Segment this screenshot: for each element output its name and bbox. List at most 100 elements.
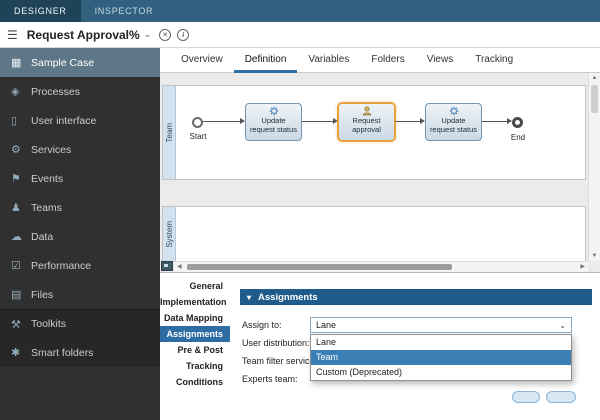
task-update-request-status-1[interactable]: Update request status xyxy=(245,103,302,141)
tab-views[interactable]: Views xyxy=(416,48,465,73)
sidebar-item-label: Toolkits xyxy=(31,318,67,330)
assign-to-label: Assign to: xyxy=(242,320,282,330)
assign-to-select[interactable]: Lane ⌄ xyxy=(310,317,572,333)
tab-designer[interactable]: DESIGNER xyxy=(0,0,81,22)
cloud-icon: ☁ xyxy=(11,231,22,243)
sidebar-item-performance[interactable]: ☑ Performance xyxy=(0,251,160,280)
tools-icon: ⚒ xyxy=(11,318,21,331)
sidebar-item-user-interface[interactable]: ▯ User interface xyxy=(0,106,160,135)
sequence-flow[interactable] xyxy=(302,121,333,122)
sidebar-item-teams[interactable]: ♟ Teams xyxy=(0,193,160,222)
assign-to-selected-value: Lane xyxy=(316,320,337,330)
end-event-node[interactable] xyxy=(512,117,523,128)
sidebar-item-label: Events xyxy=(31,172,64,185)
process-title: Request Approval% xyxy=(26,27,140,42)
scroll-right-icon[interactable]: ▶ xyxy=(580,263,585,270)
assignments-section-header[interactable]: ▾ Assignments xyxy=(240,289,592,305)
script-task-icon xyxy=(269,106,278,116)
properties-menu-implementation[interactable]: Implementation xyxy=(160,294,230,310)
user-distribution-label: User distribution: xyxy=(242,338,310,348)
properties-menu-conditions[interactable]: Conditions xyxy=(160,374,230,390)
task-label: Update request status xyxy=(249,116,298,134)
task-label: Request approval xyxy=(352,116,381,134)
start-event-node[interactable] xyxy=(192,117,203,128)
tab-tracking[interactable]: Tracking xyxy=(464,48,524,73)
process-canvas[interactable]: Team System Start Update request status xyxy=(160,73,600,272)
gear-icon: ⚙ xyxy=(11,144,21,156)
toolbar: ☰ Request Approval% ⌄ ✕ i xyxy=(0,22,600,48)
menu-icon[interactable]: ☰ xyxy=(7,28,18,42)
lane-system[interactable]: System xyxy=(162,206,586,262)
sidebar-item-toolkits[interactable]: ⚒ Toolkits xyxy=(0,309,160,338)
sidebar-item-files[interactable]: ▤ Files xyxy=(0,280,160,309)
scroll-up-icon[interactable]: ▲ xyxy=(589,75,600,81)
sidebar-item-processes[interactable]: ◈ Processes xyxy=(0,77,160,106)
horizontal-scroll-thumb[interactable] xyxy=(187,264,452,270)
sidebar-item-label: Processes xyxy=(31,85,81,98)
tab-definition[interactable]: Definition xyxy=(233,48,298,73)
scroll-down-icon[interactable]: ▼ xyxy=(589,253,600,259)
close-glyph: ✕ xyxy=(162,31,169,39)
folder-icon: ▤ xyxy=(11,289,22,301)
properties-menu: General Implementation Data Mapping Assi… xyxy=(160,278,230,390)
experts-team-button[interactable] xyxy=(546,391,576,403)
sidebar-item-label: Smart folders xyxy=(31,346,94,359)
dropdown-option-custom-deprecated[interactable]: Custom (Deprecated) xyxy=(311,365,571,380)
sequence-flow[interactable] xyxy=(203,121,240,122)
sidebar-item-smart-folders[interactable]: ✱ Smart folders xyxy=(0,338,160,367)
task-request-approval-selected[interactable]: Request approval xyxy=(338,103,395,141)
info-glyph: i xyxy=(182,30,185,39)
lane-label-team: Team xyxy=(164,122,174,143)
properties-menu-data-mapping[interactable]: Data Mapping xyxy=(160,310,230,326)
dropdown-option-team[interactable]: Team xyxy=(311,350,571,365)
script-task-icon xyxy=(449,106,458,116)
scroll-left-icon[interactable]: ◀ xyxy=(177,263,182,270)
diamond-icon: ◈ xyxy=(11,86,20,98)
team-filter-service-label: Team filter service: xyxy=(242,356,318,366)
vertical-scroll-thumb[interactable] xyxy=(591,85,598,113)
sidebar-item-events[interactable]: ⚑ Events xyxy=(0,164,160,193)
end-event-label: End xyxy=(510,133,526,142)
experts-team-button[interactable] xyxy=(512,391,540,403)
flag-icon: ⚑ xyxy=(11,173,21,185)
properties-menu-general[interactable]: General xyxy=(160,278,230,294)
tab-inspector[interactable]: INSPECTOR xyxy=(81,0,168,22)
assign-to-dropdown-list: Lane Team Custom (Deprecated) xyxy=(310,334,572,381)
properties-panel: General Implementation Data Mapping Assi… xyxy=(160,272,600,420)
sidebar-item-sample-case[interactable]: ▦ Sample Case xyxy=(0,48,160,77)
properties-menu-assignments[interactable]: Assignments xyxy=(160,326,230,342)
lane-header-system[interactable]: System xyxy=(163,207,176,261)
lane-body-system[interactable] xyxy=(176,207,585,261)
task-label: Update request status xyxy=(429,116,478,134)
lane-header-team[interactable]: Team xyxy=(163,86,176,179)
device-icon: ▯ xyxy=(11,115,18,127)
vertical-scrollbar[interactable]: ▲ ▼ xyxy=(588,73,600,261)
properties-menu-tracking[interactable]: Tracking xyxy=(160,358,230,374)
tab-overview[interactable]: Overview xyxy=(170,48,234,73)
sidebar-item-data[interactable]: ☁ Data xyxy=(0,222,160,251)
dropdown-option-lane[interactable]: Lane xyxy=(311,335,571,350)
sidebar-item-services[interactable]: ⚙ Services xyxy=(0,135,160,164)
main-tab-bar: Overview Definition Variables Folders Vi… xyxy=(160,48,600,73)
tab-folders[interactable]: Folders xyxy=(360,48,415,73)
task-update-request-status-2[interactable]: Update request status xyxy=(425,103,482,141)
person-icon: ♟ xyxy=(11,202,21,214)
tab-variables[interactable]: Variables xyxy=(297,48,360,73)
properties-menu-pre-post[interactable]: Pre & Post xyxy=(160,342,230,358)
sequence-flow[interactable] xyxy=(395,121,420,122)
sidebar-item-label: Services xyxy=(31,143,72,156)
top-nav: DESIGNER INSPECTOR xyxy=(0,0,600,22)
checkbox-icon: ☑ xyxy=(11,260,21,272)
info-icon[interactable]: i xyxy=(177,28,190,41)
chevron-down-icon[interactable]: ⌄ xyxy=(144,29,152,40)
collapse-chevron-icon[interactable]: ▾ xyxy=(247,293,251,302)
sidebar-item-label: Sample Case xyxy=(31,56,95,69)
assignments-section-title: Assignments xyxy=(258,291,318,303)
start-event-label: Start xyxy=(189,132,207,141)
sequence-flow[interactable] xyxy=(482,121,507,122)
close-icon[interactable]: ✕ xyxy=(159,28,172,41)
horizontal-scrollbar[interactable]: ◀ ▶ xyxy=(174,261,588,272)
user-task-icon xyxy=(362,106,371,116)
canvas-overview-icon[interactable] xyxy=(161,261,173,271)
experts-team-label: Experts team: xyxy=(242,374,298,384)
